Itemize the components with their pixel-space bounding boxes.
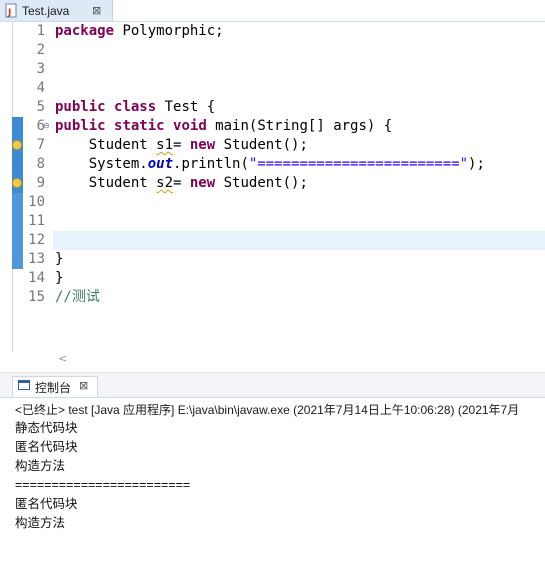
code-text: Student();	[215, 175, 308, 191]
code-text: args	[333, 118, 367, 134]
line-number: 8	[36, 156, 45, 172]
svg-text:J: J	[7, 8, 11, 18]
keyword: class	[114, 99, 157, 115]
code-line-1[interactable]: package Polymorphic;	[55, 22, 224, 41]
line-number: 15	[28, 289, 45, 305]
code-text: Test {	[156, 99, 216, 115]
code-text: Student	[55, 175, 157, 191]
close-icon[interactable]: ⊠	[92, 5, 101, 16]
console-tab-label: 控制台	[35, 381, 72, 395]
horizontal-scrollbar[interactable]	[53, 350, 545, 366]
code-line-14[interactable]: }	[55, 269, 63, 288]
line-number: 14	[28, 270, 45, 286]
line-number: 2	[36, 42, 45, 58]
variable-warning: s2	[156, 175, 174, 191]
line-number: 4	[36, 80, 45, 96]
code-line-8[interactable]: System.out.println("====================…	[55, 155, 485, 174]
static-field: out	[147, 156, 174, 172]
line-number: 7	[36, 137, 45, 153]
keyword: public	[55, 118, 106, 134]
code-text: ) {	[366, 118, 393, 134]
line-number: 3	[36, 61, 45, 77]
line-number-gutter: 1 2 3 4 5 6 7 8 9 10 11 12 13 14 15 ⊖	[23, 22, 53, 352]
code-text: =	[173, 175, 190, 191]
keyword: public	[55, 99, 106, 115]
code-text: main(String[]	[206, 118, 334, 134]
code-text: );	[468, 156, 485, 172]
code-text: =	[173, 137, 190, 153]
keyword: new	[189, 175, 216, 191]
console-output-line: 构造方法	[15, 516, 66, 530]
line-number: 5	[36, 99, 45, 115]
line-number: 12	[28, 232, 45, 248]
string-literal: "========================"	[248, 156, 469, 172]
code-text: Student();	[215, 137, 308, 153]
line-number: 9	[36, 175, 45, 191]
console-output-line: ========================	[15, 478, 191, 492]
keyword: new	[189, 137, 216, 153]
keyword: package	[55, 23, 115, 39]
warning-icon[interactable]	[12, 178, 22, 188]
console-status-text: <已终止> test [Java 应用程序] E:\java\bin\javaw…	[15, 403, 520, 417]
code-line-15[interactable]: //测试	[55, 288, 100, 307]
console-output-line: 匿名代码块	[15, 440, 78, 454]
code-line-5[interactable]: public class Test {	[55, 98, 215, 117]
code-line-13[interactable]: }	[55, 250, 63, 269]
keyword: void	[173, 118, 207, 134]
variable-warning: s1	[156, 137, 174, 153]
keyword: static	[114, 118, 165, 134]
code-line-7[interactable]: Student s1= new Student();	[55, 136, 308, 155]
line-number: 13	[28, 251, 45, 267]
line-number: 11	[28, 213, 45, 229]
code-text: .println(	[173, 156, 249, 172]
code-line-9[interactable]: Student s2= new Student();	[55, 174, 308, 193]
editor-tab-label: Test.java	[22, 4, 70, 18]
quick-diff-bar	[12, 193, 23, 269]
close-icon[interactable]: ⊠	[79, 380, 88, 391]
console-icon-titlebar	[18, 380, 30, 383]
code-text: System.	[55, 156, 148, 172]
current-line-highlight	[53, 231, 545, 250]
console-output-line: 构造方法	[15, 459, 66, 473]
line-number: 10	[28, 194, 45, 210]
scroll-left-icon[interactable]: <	[58, 352, 67, 365]
warning-icon[interactable]	[12, 140, 22, 150]
code-text: Student	[55, 137, 157, 153]
java-file-icon: J	[5, 3, 17, 18]
code-line-6[interactable]: public static void main(String[] args) {	[55, 117, 392, 136]
fold-collapse-icon[interactable]: ⊖	[43, 122, 50, 130]
console-output-line: 匿名代码块	[15, 497, 78, 511]
console-output-line: 静态代码块	[15, 421, 78, 435]
line-number: 1	[36, 23, 45, 39]
code-text: Polymorphic;	[114, 23, 224, 39]
